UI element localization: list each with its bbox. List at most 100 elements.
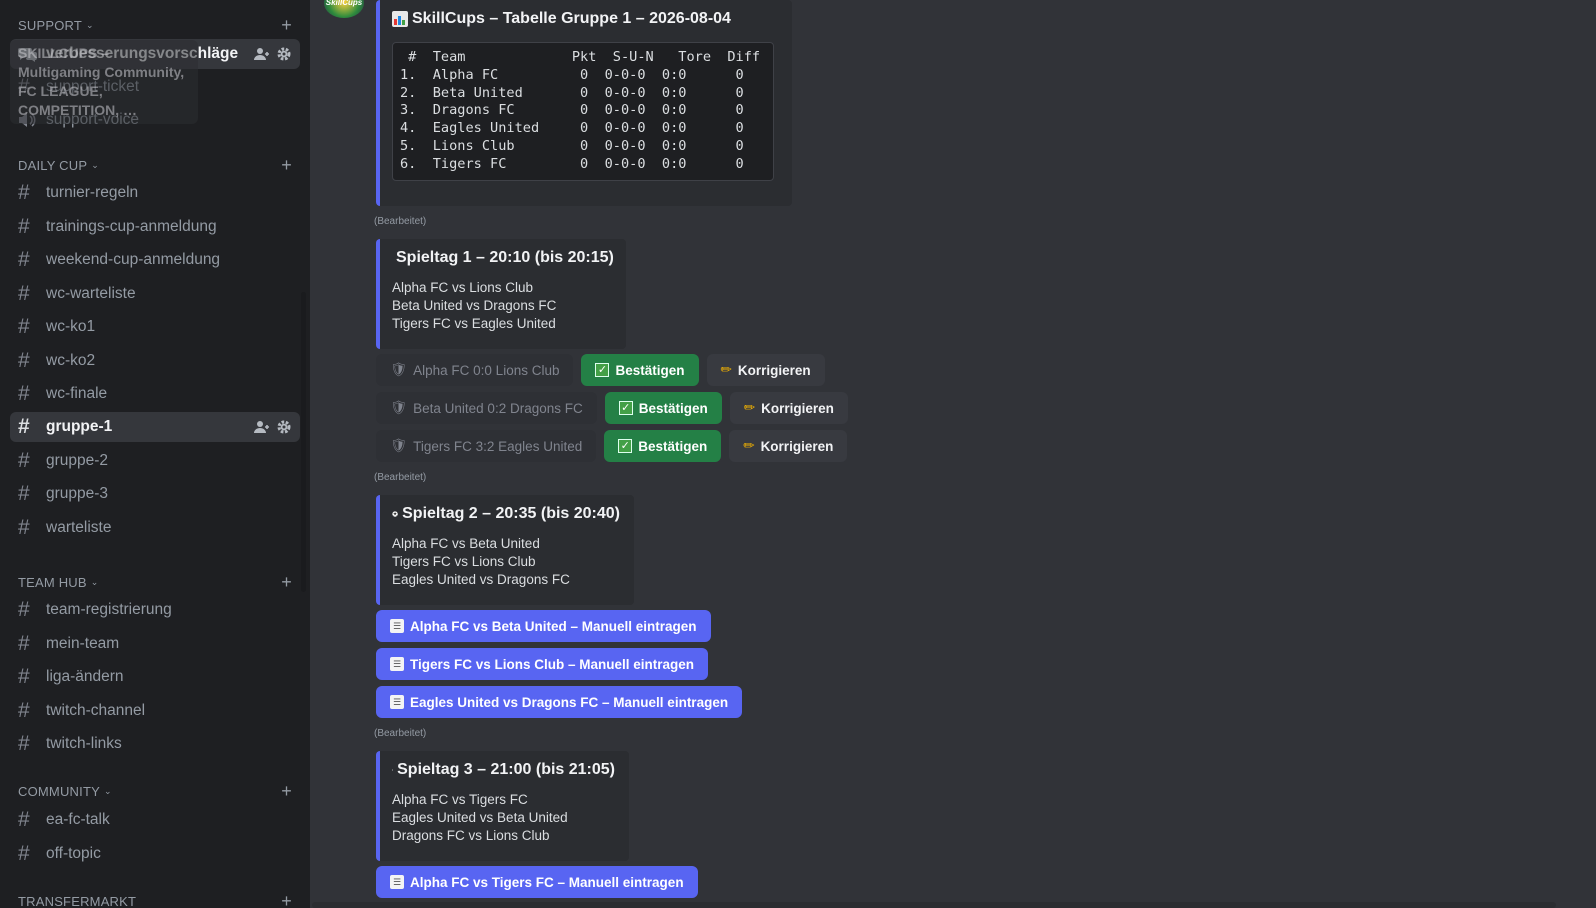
channel-label: mein-team (46, 635, 120, 652)
soccer-ball-icon (392, 769, 394, 771)
match-line: Dragons FC vs Lions Club (392, 827, 550, 843)
channel-label: gruppe-3 (46, 485, 109, 502)
hash-icon: # (18, 632, 30, 655)
confirm-button[interactable]: ✓ Bestätigen (604, 392, 722, 424)
add-channel-icon[interactable]: + (281, 892, 292, 908)
category-label: TEAM HUB (18, 574, 87, 590)
memo-icon: ☰ (390, 619, 404, 633)
channel-label: trainings-cup-anmeldung (46, 218, 217, 235)
channel-label: warteliste (46, 519, 112, 536)
chevron-down-icon: ⌄ (90, 576, 99, 587)
invite-icon[interactable] (254, 46, 270, 62)
match-line: Tigers FC vs Eagles United (392, 315, 556, 331)
category-daily-cup[interactable]: DAILY CUP ⌄ + (18, 155, 292, 175)
correct-button[interactable]: ✏ Korrigieren (729, 430, 848, 462)
channel-twitch-links[interactable]: # twitch-links (10, 729, 300, 759)
hash-icon: # (18, 415, 30, 438)
bot-avatar[interactable]: SkillCups (324, 0, 364, 18)
channel-wc-warteliste[interactable]: # wc-warteliste (10, 279, 300, 309)
pencil-icon: ✏ (720, 362, 732, 377)
manual-entry-button[interactable]: ☰ Alpha FC vs Tigers FC – Manuell eintrag… (376, 866, 698, 898)
pencil-icon: ✏ (743, 438, 755, 453)
channel-twitch-channel[interactable]: # twitch-channel (10, 696, 300, 726)
correct-label: Korrigieren (760, 438, 834, 454)
manual-entry-button[interactable]: ☰ Eagles United vs Dragons FC – Manuell e… (376, 686, 743, 718)
add-channel-icon[interactable]: + (281, 156, 292, 174)
channel-weekend-cup-anmeldung[interactable]: # weekend-cup-anmeldung (10, 245, 300, 275)
memo-icon: ☰ (390, 657, 404, 671)
channel-label: gruppe-1 (46, 418, 113, 435)
hash-icon: # (18, 598, 30, 621)
correct-label: Korrigieren (761, 400, 834, 416)
channel-team-registrierung[interactable]: # team-registrierung (10, 595, 300, 625)
channel-off-topic[interactable]: # off-topic (10, 839, 300, 869)
channel-gruppe-1[interactable]: # gruppe-1 (10, 412, 300, 442)
match-line: Beta United vs Dragons FC (392, 297, 557, 313)
hash-icon: # (18, 482, 30, 505)
channel-liga-aendern[interactable]: # liga-ändern (10, 662, 300, 692)
confirm-button[interactable]: ✓ Bestätigen (581, 354, 699, 386)
gear-icon[interactable] (276, 46, 292, 62)
memo-icon: ☰ (390, 695, 404, 709)
match-list: Alpha FC vs Tigers FC Eagles United vs B… (392, 791, 615, 844)
table-embed: SkillCups – Tabelle Gruppe 1 – 2026-08-0… (376, 0, 792, 206)
hash-icon: # (18, 382, 30, 405)
channel-warteliste[interactable]: # warteliste (10, 513, 300, 543)
manual-entry-button[interactable]: ☰ Tigers FC vs Lions Club – Manuell eintr… (376, 648, 709, 680)
horizontal-scrollbar[interactable] (312, 902, 1556, 908)
category-support[interactable]: SUPPORT ⌄ + (18, 15, 292, 35)
hash-icon: # (18, 808, 30, 831)
channel-wc-ko1[interactable]: # wc-ko1 (10, 312, 300, 342)
confirm-label: Bestätigen (638, 400, 708, 416)
category-community[interactable]: COMMUNITY ⌄ + (18, 781, 292, 801)
category-team-hub[interactable]: TEAM HUB ⌄ + (18, 572, 292, 592)
hash-icon: # (18, 181, 30, 204)
category-transfermarkt[interactable]: TRANSFERMARKT + (18, 891, 292, 908)
correct-button[interactable]: ✏ Korrigieren (729, 392, 848, 424)
channel-label: wc-ko2 (46, 352, 96, 369)
invite-icon[interactable] (254, 419, 270, 435)
confirm-label: Bestätigen (615, 362, 685, 378)
gear-icon[interactable] (276, 419, 292, 435)
channel-label: liga-ändern (46, 668, 124, 685)
confirm-button[interactable]: ✓ Bestätigen (604, 430, 722, 462)
sidebar-scrollbar[interactable] (301, 292, 306, 592)
bar-chart-icon (392, 11, 408, 27)
correct-button[interactable]: ✏ Korrigieren (706, 354, 825, 386)
channel-label: wc-ko1 (46, 318, 96, 335)
result-label: Alpha FC 0:0 Lions Club (413, 362, 560, 378)
manual-entry-button[interactable]: ☰ Alpha FC vs Beta United – Manuell eintr… (376, 610, 711, 642)
edited-label: (Bearbeitet) (374, 216, 427, 227)
manual-entry-row: ☰ Tigers FC vs Lions Club – Manuell eintr… (376, 648, 709, 680)
match-line: Eagles United vs Beta United (392, 809, 568, 825)
channel-label: twitch-links (46, 735, 122, 752)
category-label: COMMUNITY (18, 783, 100, 799)
hash-icon: # (18, 349, 30, 372)
channel-wc-finale[interactable]: # wc-finale (10, 379, 300, 409)
channel-turnier-regeln[interactable]: # turnier-regeln (10, 178, 300, 208)
add-channel-icon[interactable]: + (281, 16, 292, 34)
result-label-button: 🛡 Tigers FC 3:2 Eagles United (376, 430, 597, 462)
channel-gruppe-3[interactable]: # gruppe-3 (10, 479, 300, 509)
add-channel-icon[interactable]: + (281, 573, 292, 591)
channel-label: twitch-channel (46, 702, 146, 719)
match-line: Alpha FC vs Tigers FC (392, 792, 528, 807)
channel-gruppe-2[interactable]: # gruppe-2 (10, 446, 300, 476)
chevron-down-icon: ⌄ (86, 19, 94, 30)
embed-title: Spieltag 2 – 20:35 (bis 20:40) (392, 505, 620, 523)
result-row-3: 🛡 Tigers FC 3:2 Eagles United ✓ Bestätigen… (376, 430, 848, 462)
message-area: SkillCups SkillCups – Tabelle Gruppe 1 –… (310, 0, 1596, 908)
manual-entry-row: ☰ Alpha FC vs Tigers FC – Manuell eintrag… (376, 866, 698, 898)
channel-trainings-cup-anmeldung[interactable]: # trainings-cup-anmeldung (10, 212, 300, 242)
pencil-icon: ✏ (743, 400, 756, 415)
hash-icon: # (18, 842, 30, 865)
match-line: Alpha FC vs Beta United (392, 536, 540, 551)
result-label: Tigers FC 3:2 Eagles United (413, 438, 583, 454)
channel-mein-team[interactable]: # mein-team (10, 629, 300, 659)
embed-title-text: Spieltag 2 – 20:35 (bis 20:40) (402, 505, 620, 522)
server-tooltip: SKILLCUPS – Multigaming Community, FC LE… (10, 40, 198, 124)
channel-ea-fc-talk[interactable]: # ea-fc-talk (10, 805, 300, 835)
channel-wc-ko2[interactable]: # wc-ko2 (10, 346, 300, 376)
add-channel-icon[interactable]: + (281, 782, 292, 800)
hash-icon: # (18, 282, 30, 305)
